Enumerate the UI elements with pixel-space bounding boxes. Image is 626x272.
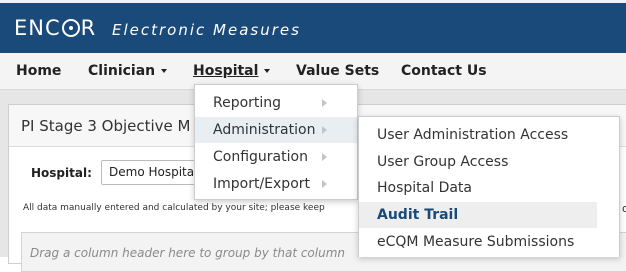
page-title: PI Stage 3 Objective M (21, 117, 191, 135)
chevron-right-icon (322, 126, 327, 134)
logo-text-right: R (80, 16, 97, 40)
product-name: Electronic Measures (112, 21, 301, 39)
chevron-right-icon (322, 180, 327, 188)
caret-down-icon (264, 69, 271, 73)
submenu-item-hospital-data[interactable]: Hospital Data (359, 175, 597, 201)
app-header: ENC R Electronic Measures (0, 0, 626, 53)
menu-item-label: Import/Export (213, 176, 311, 192)
data-notice: All data manually entered and calculated… (23, 203, 325, 213)
nav-contact-us[interactable]: Contact Us (401, 62, 487, 80)
logo-o-icon (61, 19, 80, 37)
nav-home[interactable]: Home (16, 62, 61, 80)
chevron-right-icon (322, 153, 327, 161)
chevron-right-icon (322, 99, 327, 107)
menu-item-administration[interactable]: Administration (195, 117, 357, 143)
group-hint: Drag a column header here to group by th… (30, 246, 346, 260)
administration-submenu: User Administration Access User Group Ac… (358, 116, 620, 257)
menu-item-label: Reporting (213, 95, 282, 111)
nav-contact-us-label: Contact Us (401, 63, 487, 79)
submenu-item-audit-trail[interactable]: Audit Trail (359, 202, 597, 228)
logo-text-left: ENC (14, 16, 61, 40)
nav-hospital-label: Hospital (193, 63, 259, 79)
nav-clinician[interactable]: Clinician (88, 62, 168, 80)
caret-down-icon (161, 69, 168, 73)
nav-hospital[interactable]: Hospital (193, 62, 271, 80)
submenu-item-ecqm-measure-submissions[interactable]: eCQM Measure Submissions (359, 229, 597, 255)
nav-clinician-label: Clinician (88, 63, 156, 79)
nav-value-sets-label: Value Sets (296, 63, 380, 79)
hospital-dropdown-menu: Reporting Administration Configuration I… (194, 84, 358, 200)
encor-logo[interactable]: ENC R (14, 15, 96, 41)
menu-item-configuration[interactable]: Configuration (195, 144, 357, 170)
submenu-item-user-administration-access[interactable]: User Administration Access (359, 122, 597, 148)
hospital-label: Hospital: (31, 166, 92, 180)
submenu-item-user-group-access[interactable]: User Group Access (359, 149, 597, 175)
menu-item-import-export[interactable]: Import/Export (195, 171, 357, 197)
nav-value-sets[interactable]: Value Sets (296, 62, 379, 80)
notice-overflow-text: of (622, 202, 626, 215)
menu-item-label: Configuration (213, 149, 308, 165)
nav-home-label: Home (16, 63, 62, 79)
menu-item-reporting[interactable]: Reporting (195, 90, 357, 116)
menu-item-label: Administration (213, 122, 316, 138)
